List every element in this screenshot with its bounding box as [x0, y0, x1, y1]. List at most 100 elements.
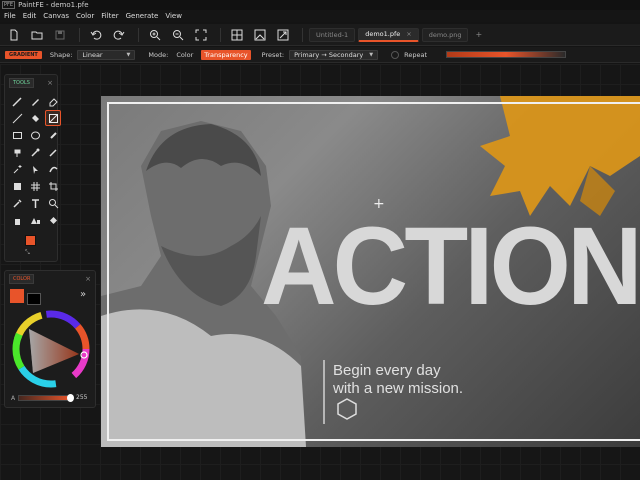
zoom-icon[interactable] [45, 195, 61, 211]
shape-value: Linear [82, 50, 103, 59]
alpha-slider[interactable] [18, 394, 74, 402]
menu-filter[interactable]: Filter [101, 12, 118, 20]
text-icon[interactable] [27, 195, 43, 211]
transform-icon[interactable] [9, 178, 25, 194]
clone-stamp-icon[interactable] [9, 144, 25, 160]
gradient-preview-bar[interactable] [446, 51, 566, 58]
menu-view[interactable]: View [165, 12, 182, 20]
main-toolbar: Untitled-1 demo1.pfe × demo.png + [0, 24, 640, 46]
menu-canvas[interactable]: Canvas [43, 12, 69, 20]
image-icon[interactable] [250, 26, 270, 44]
artwork-subline: Begin every day with a new mission. [333, 362, 463, 398]
open-folder-icon[interactable] [27, 26, 47, 44]
canvas-artwork[interactable]: ACTION Begin every day with a new missio… [101, 96, 640, 447]
repeat-toggle[interactable] [391, 50, 400, 59]
alpha-value: 255 [76, 394, 88, 401]
chevron-down-icon: ▼ [126, 51, 131, 58]
mode-color-button[interactable]: Color [173, 50, 196, 60]
tools-grid [5, 91, 61, 230]
preset-label: Preset: [261, 50, 285, 59]
toolbar-separator [302, 27, 303, 42]
eyedropper-icon[interactable] [9, 195, 25, 211]
shape-select[interactable]: Linear ▼ [77, 49, 136, 60]
artwork-divider [323, 360, 325, 424]
grid-icon[interactable] [227, 26, 247, 44]
menu-color[interactable]: Color [76, 12, 94, 20]
menu-file[interactable]: File [4, 12, 16, 20]
crosshair-cursor-icon: + [373, 196, 385, 212]
rectangle-icon[interactable] [9, 127, 25, 143]
secondary-color-swatch[interactable] [27, 293, 41, 305]
menu-edit[interactable]: Edit [23, 12, 37, 20]
color-panel: COLOR × » A 255 [4, 270, 96, 408]
toolbar-separator [220, 27, 221, 42]
fit-screen-icon[interactable] [191, 26, 211, 44]
warp-icon[interactable] [45, 161, 61, 177]
wand-icon[interactable] [9, 161, 25, 177]
tools-panel: TOOLS × ⤡ [4, 74, 61, 262]
tools-panel-title: TOOLS [9, 78, 34, 88]
toolbar-separator [138, 27, 139, 42]
mesh-icon[interactable] [27, 178, 43, 194]
tab-label: demo.png [428, 30, 462, 39]
shape-label: Shape: [49, 50, 73, 59]
tool-options-bar: GRADIENT Shape: Linear ▼ Mode: Color Tra… [0, 47, 640, 63]
tools-panel-header: TOOLS × [5, 75, 57, 91]
tab-close-icon[interactable]: × [406, 30, 411, 38]
title-bar: PFE PaintFE - demo1.pfe [0, 0, 640, 10]
tab-untitled-1[interactable]: Untitled-1 [309, 27, 356, 42]
add-tab-button[interactable]: + [475, 30, 482, 39]
gradient-icon[interactable] [45, 110, 61, 126]
menu-bar: File Edit Canvas Color Filter Generate V… [0, 10, 640, 22]
eraser-icon[interactable] [45, 93, 61, 109]
app-icon: PFE [2, 1, 16, 9]
color-wheel[interactable] [11, 309, 91, 389]
tab-demo1-pfe[interactable]: demo1.pfe × [358, 27, 419, 42]
tab-demo-png[interactable]: demo.png [421, 27, 469, 42]
toolbar-separator [79, 27, 80, 42]
swap-colors-icon[interactable]: ⤡ [25, 249, 30, 257]
redo-icon[interactable] [109, 26, 129, 44]
brush-icon[interactable] [9, 93, 25, 109]
new-file-icon[interactable] [4, 26, 24, 44]
close-icon[interactable]: × [85, 275, 91, 283]
alpha-label: A [11, 395, 16, 402]
zoom-out-icon[interactable] [168, 26, 188, 44]
fill-bucket-icon[interactable] [27, 110, 43, 126]
window-title: PaintFE - demo1.pfe [18, 1, 89, 9]
primary-color-swatch[interactable] [25, 235, 36, 246]
hexagon-icon [337, 398, 357, 420]
expand-icon[interactable]: » [80, 289, 86, 300]
ellipse-icon[interactable] [27, 127, 43, 143]
close-icon[interactable]: × [47, 79, 53, 87]
move-selection-icon[interactable] [27, 161, 43, 177]
line-icon[interactable] [9, 110, 25, 126]
preset-value: Primary → Secondary [294, 50, 364, 59]
tab-label: Untitled-1 [316, 30, 349, 39]
mode-label: Mode: [148, 50, 169, 59]
color-panel-header: COLOR × [5, 271, 95, 287]
crop-icon[interactable] [45, 178, 61, 194]
magic-wand-icon[interactable] [27, 144, 43, 160]
repeat-label: Repeat [404, 50, 427, 59]
alpha-slider-handle[interactable] [67, 394, 74, 402]
hand-icon[interactable] [9, 212, 25, 228]
layers-icon[interactable] [45, 212, 61, 228]
save-icon[interactable] [50, 26, 70, 44]
active-tool-badge: GRADIENT [5, 50, 42, 59]
menu-generate[interactable]: Generate [126, 12, 159, 20]
primary-color-swatch-large[interactable] [10, 289, 24, 303]
artwork-subline-1: Begin every day [333, 362, 441, 379]
pencil-icon[interactable] [27, 93, 43, 109]
undo-icon[interactable] [86, 26, 106, 44]
resize-icon[interactable] [273, 26, 293, 44]
color-panel-title: COLOR [9, 274, 35, 284]
color-picker-icon[interactable] [45, 144, 61, 160]
link-icon[interactable] [45, 127, 61, 143]
mode-transparency-button[interactable]: Transparency [201, 49, 251, 60]
zoom-in-icon[interactable] [145, 26, 165, 44]
artwork-subline-2: with a new mission. [333, 380, 464, 397]
shapes-icon[interactable] [27, 212, 43, 228]
tab-label: demo1.pfe [365, 30, 401, 38]
preset-select[interactable]: Primary → Secondary ▼ [289, 49, 379, 60]
